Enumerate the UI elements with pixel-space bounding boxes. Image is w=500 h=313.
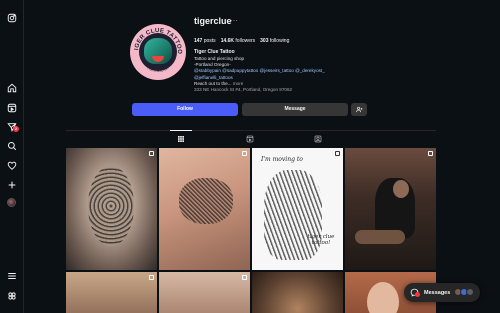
menu-icon[interactable] [6, 270, 18, 282]
heart-icon[interactable] [6, 160, 18, 172]
messages-label: Messages [424, 289, 451, 296]
profile-bio: Tattoo and piercing shop -Portland Orego… [194, 56, 384, 93]
posts-grid-icon [178, 136, 184, 142]
tabs-divider [66, 130, 436, 131]
carousel-icon [242, 151, 247, 156]
profile-stats: 147 posts 14.6K followers 303 following [194, 38, 289, 44]
post-tile[interactable] [159, 272, 250, 313]
tab-reels[interactable] [245, 134, 255, 144]
bio-more-link[interactable]: more [233, 81, 243, 86]
left-sidebar: 2 [0, 0, 24, 313]
profile-username: tigerclue [194, 16, 232, 26]
followers-count[interactable]: 14.6K followers [221, 38, 255, 44]
post-tile[interactable] [159, 148, 250, 270]
threads-icon[interactable] [6, 290, 18, 302]
suggested-users-button[interactable] [351, 103, 367, 116]
tagged-icon [314, 135, 322, 143]
tab-tagged[interactable] [313, 134, 323, 144]
message-button[interactable]: Message [242, 103, 348, 116]
client-arm [355, 230, 405, 244]
tattoo-artist-face [393, 180, 409, 198]
instagram-logo-icon[interactable] [6, 12, 18, 24]
carousel-icon [428, 151, 433, 156]
post-tile[interactable] [66, 148, 157, 270]
carousel-icon [242, 275, 247, 280]
profile-avatar[interactable] [7, 198, 16, 207]
poster-text: I'm moving to [261, 156, 303, 163]
following-count[interactable]: 303 following [260, 38, 289, 44]
carousel-icon [335, 151, 340, 156]
profile-full-name: Tiger Clue Tattoo [194, 49, 235, 55]
messages-bar[interactable]: Messages [404, 283, 480, 302]
post-tile[interactable] [66, 272, 157, 313]
reels-icon[interactable] [6, 102, 18, 114]
tattoo-image [88, 166, 134, 246]
active-tab-indicator [170, 130, 192, 131]
avatar [466, 288, 474, 296]
carousel-icon [149, 151, 154, 156]
tab-posts[interactable] [176, 134, 186, 144]
message-avatars [454, 288, 474, 296]
bio-address[interactable]: 333 NE Hancock St #4, Portland, Oregon 9… [194, 87, 384, 93]
reels-icon [246, 135, 254, 143]
posts-count: 147 posts [194, 38, 216, 44]
add-person-icon [355, 106, 362, 113]
tiger-drawing [264, 170, 322, 260]
more-options-icon[interactable]: ··· [230, 16, 238, 25]
post-tile[interactable] [252, 272, 343, 313]
portrait-image [367, 282, 399, 313]
home-icon[interactable] [6, 82, 18, 94]
post-tile[interactable] [345, 148, 436, 270]
follow-button[interactable]: Follow [132, 103, 238, 116]
tattoo-image [179, 178, 233, 224]
posts-grid: I'm moving to tiger clue tattoo! [66, 148, 436, 313]
notification-badge: 2 [13, 126, 19, 132]
search-icon[interactable] [6, 140, 18, 152]
profile-picture[interactable]: TIGER CLUE TATTOO PORTLAND OR [130, 24, 186, 80]
poster-text: tiger clue tattoo! [307, 234, 335, 246]
create-icon[interactable] [6, 179, 18, 191]
carousel-icon [149, 275, 154, 280]
post-tile[interactable]: I'm moving to tiger clue tattoo! [252, 148, 343, 270]
messages-badge [415, 292, 420, 297]
